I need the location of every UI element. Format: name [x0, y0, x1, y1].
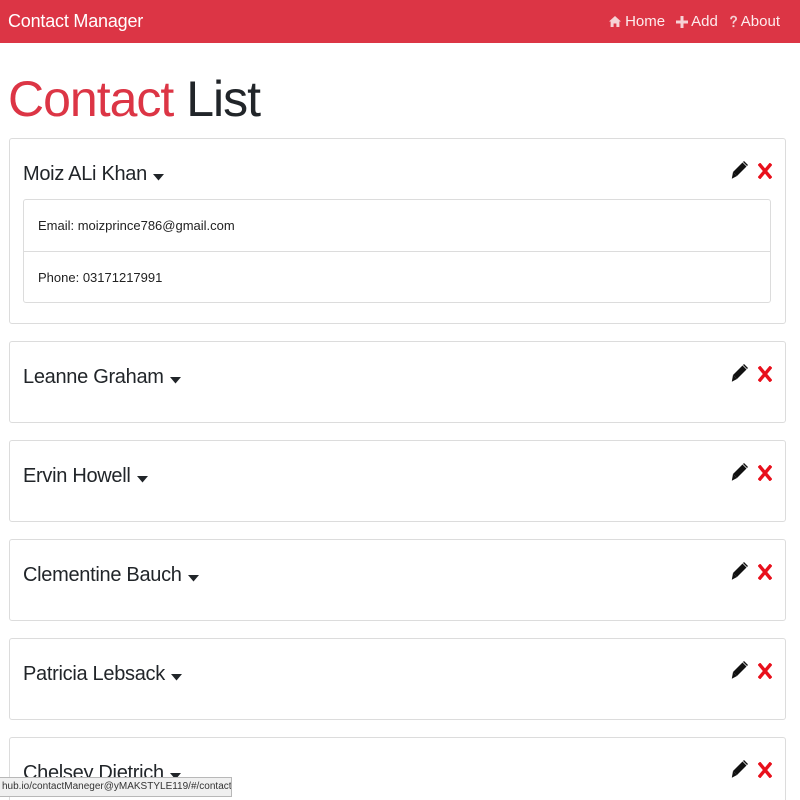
contact-actions	[731, 562, 772, 581]
contact-actions	[731, 760, 772, 779]
close-icon[interactable]	[758, 662, 772, 679]
home-icon	[609, 16, 622, 27]
navbar: Contact Manager Home Add About	[0, 0, 800, 43]
nav-add-label: Add	[691, 13, 718, 30]
page-title: Contact List	[8, 69, 261, 129]
contact-card-header: Patricia Lebsack	[23, 663, 182, 686]
contact-actions	[731, 161, 772, 180]
nav-add-link[interactable]: Add	[676, 13, 718, 30]
nav-home-link[interactable]: Home	[608, 13, 665, 30]
page-title-accent: Contact	[8, 71, 174, 127]
pencil-icon[interactable]	[731, 760, 748, 779]
nav-home-label: Home	[625, 13, 666, 30]
contact-actions	[731, 364, 772, 383]
close-icon[interactable]	[758, 563, 772, 580]
close-icon[interactable]	[758, 761, 772, 778]
plus-icon	[676, 15, 689, 28]
close-icon[interactable]	[758, 162, 772, 179]
pencil-icon[interactable]	[731, 463, 748, 482]
contact-name: Ervin Howell	[23, 465, 131, 487]
brand-link[interactable]: Contact Manager	[8, 11, 143, 32]
contact-name: Leanne Graham	[23, 366, 164, 388]
contact-details: Email: moizprince786@gmail.com Phone: 03…	[23, 199, 771, 303]
contact-card: Moiz ALi Khan Email: moizprince786@gmail…	[9, 138, 786, 324]
contact-card: Ervin Howell	[9, 440, 786, 522]
nav-about-link[interactable]: About	[729, 13, 780, 30]
contact-card-header: Ervin Howell	[23, 465, 148, 488]
close-icon[interactable]	[758, 464, 772, 481]
contact-actions	[731, 463, 772, 482]
page-title-rest: List	[173, 71, 261, 127]
nav-about-label: About	[740, 13, 780, 30]
contact-card-header: Moiz ALi Khan	[23, 163, 164, 186]
caret-down-icon[interactable]	[152, 174, 164, 181]
caret-down-icon[interactable]	[187, 575, 199, 582]
contact-card: Patricia Lebsack	[9, 638, 786, 720]
contact-card: Clementine Bauch	[9, 539, 786, 621]
contact-card-header: Clementine Bauch	[23, 564, 199, 587]
contact-actions	[731, 661, 772, 680]
pencil-icon[interactable]	[731, 661, 748, 680]
contact-name: Moiz ALi Khan	[23, 163, 147, 185]
contact-name: Clementine Bauch	[23, 564, 182, 586]
caret-down-icon[interactable]	[169, 377, 181, 384]
contact-card-header: Leanne Graham	[23, 366, 181, 389]
contact-email: Email: moizprince786@gmail.com	[38, 218, 235, 233]
caret-down-icon[interactable]	[170, 674, 182, 681]
status-bar-url: hub.io/contactManeger@yMAKSTYLE119/#/con…	[0, 777, 232, 797]
contact-name: Patricia Lebsack	[23, 663, 165, 685]
nav-links: Home Add About	[608, 13, 780, 30]
pencil-icon[interactable]	[731, 161, 748, 180]
contact-card: Leanne Graham	[9, 341, 786, 423]
pencil-icon[interactable]	[731, 562, 748, 581]
contact-phone: Phone: 03171217991	[24, 251, 770, 302]
caret-down-icon[interactable]	[136, 476, 148, 483]
close-icon[interactable]	[758, 365, 772, 382]
question-icon	[729, 15, 737, 27]
pencil-icon[interactable]	[731, 364, 748, 383]
